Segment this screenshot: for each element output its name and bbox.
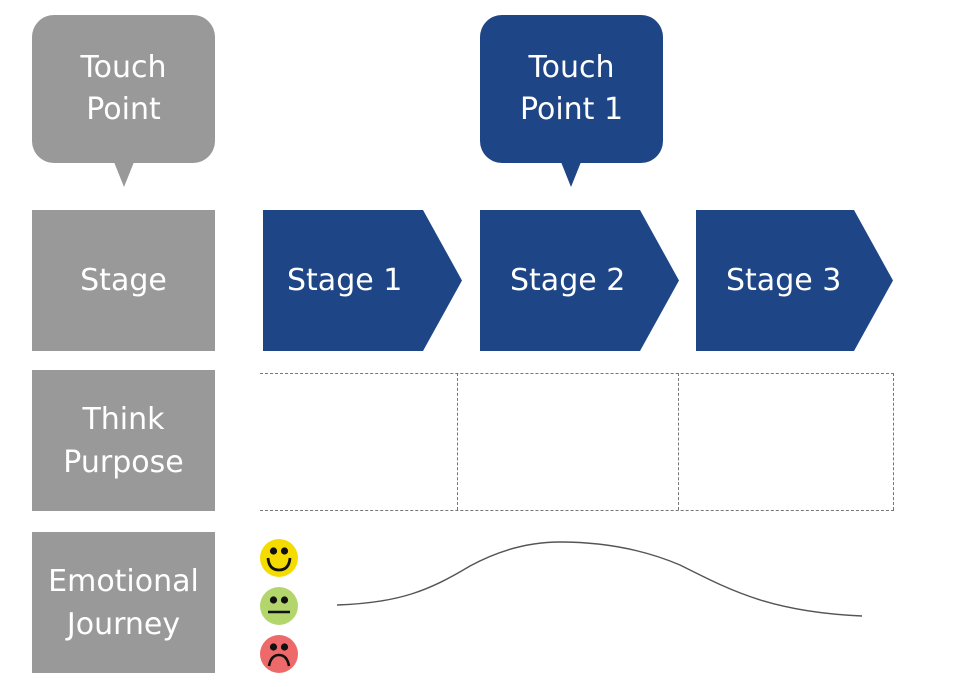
stage-2-label: Stage 2 [510,263,626,298]
emotion-curve-line [336,541,863,617]
stage-1-label: Stage 1 [287,263,403,298]
emotion-curve [336,541,863,617]
stage-3-label: Stage 3 [726,263,842,298]
